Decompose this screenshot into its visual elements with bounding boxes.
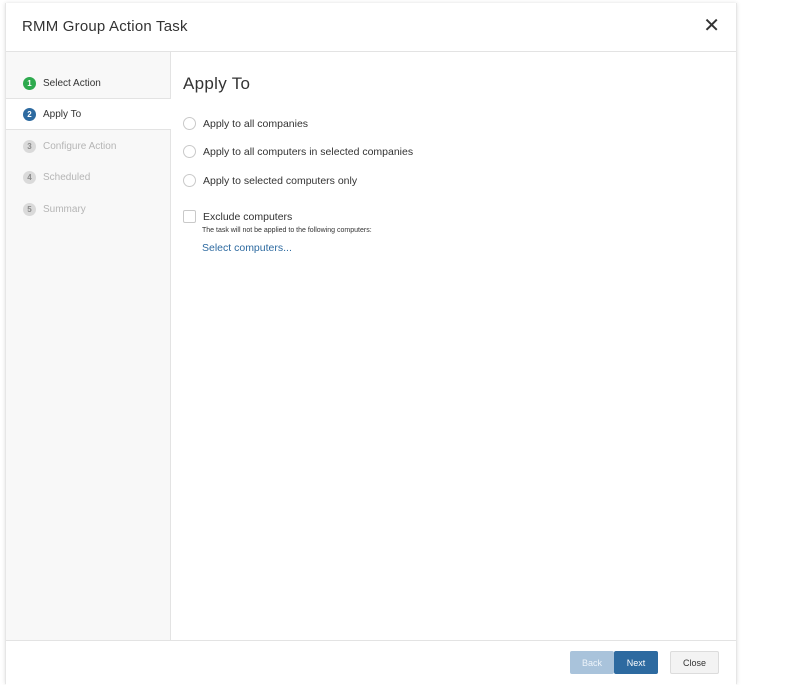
radio-button[interactable]	[183, 174, 196, 187]
dialog-header: RMM Group Action Task ✕	[6, 3, 736, 52]
option-selected-companies[interactable]: Apply to all computers in selected compa…	[183, 145, 413, 158]
step-number-badge: 3	[23, 139, 36, 153]
page-title: Apply To	[183, 74, 251, 93]
select-computers-link[interactable]: Select computers...	[202, 242, 292, 254]
step-apply-to[interactable]: 2 Apply To	[6, 98, 171, 130]
dialog-footer: Back Next Close	[6, 640, 736, 685]
option-label: Apply to all companies	[203, 117, 309, 130]
step-label: Configure Action	[43, 140, 117, 152]
close-button[interactable]: Close	[670, 651, 719, 674]
exclude-note: The task will not be applied to the foll…	[202, 227, 372, 234]
step-number-badge: 4	[23, 170, 36, 184]
dialog-title: RMM Group Action Task	[22, 18, 188, 35]
option-label: Apply to all computers in selected compa…	[203, 145, 414, 158]
dialog: RMM Group Action Task ✕ 1 Select Action …	[5, 3, 737, 685]
option-all-companies[interactable]: Apply to all companies	[183, 117, 308, 130]
step-number-badge: 5	[23, 202, 36, 216]
step-configure-action[interactable]: 3 Configure Action	[6, 131, 170, 161]
checkbox[interactable]	[183, 210, 196, 223]
next-button[interactable]: Next	[614, 651, 658, 674]
radio-button[interactable]	[183, 145, 196, 158]
exclude-computers-checkbox[interactable]: Exclude computers	[183, 210, 292, 223]
step-label: Summary	[43, 203, 86, 215]
step-number-badge: 1	[23, 76, 36, 90]
option-selected-computers[interactable]: Apply to selected computers only	[183, 174, 357, 187]
step-summary[interactable]: 5 Summary	[6, 194, 170, 224]
step-label: Select Action	[43, 77, 101, 89]
option-label: Apply to selected computers only	[203, 174, 358, 187]
step-label: Scheduled	[43, 171, 91, 183]
close-icon[interactable]: ✕	[703, 15, 720, 37]
step-label: Apply To	[43, 108, 82, 120]
steps-sidebar: 1 Select Action 2 Apply To 3 Configure A…	[6, 52, 171, 640]
step-number-badge: 2	[23, 107, 36, 121]
checkbox-label: Exclude computers	[203, 210, 293, 223]
back-button[interactable]: Back	[570, 651, 614, 674]
step-scheduled[interactable]: 4 Scheduled	[6, 162, 170, 192]
radio-button[interactable]	[183, 117, 196, 130]
apply-to-panel: Apply To Apply to all companies Apply to…	[182, 52, 722, 640]
step-select-action[interactable]: 1 Select Action	[6, 68, 170, 98]
